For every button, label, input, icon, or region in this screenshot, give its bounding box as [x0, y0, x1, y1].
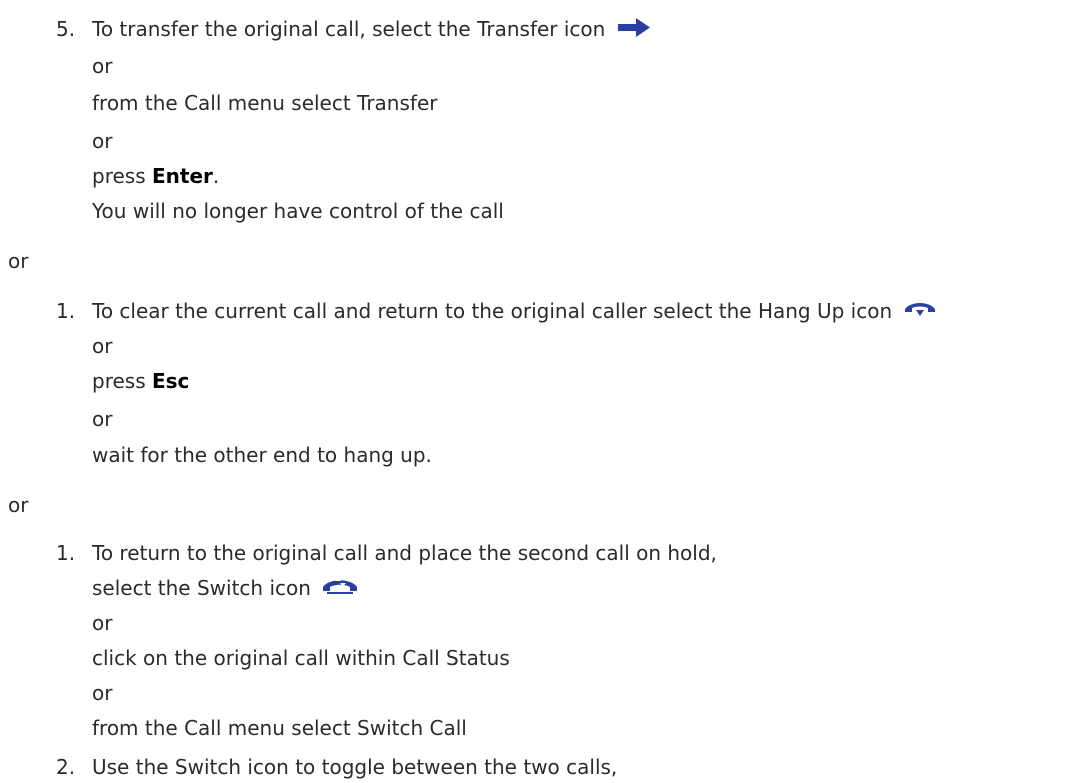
or-separator: or — [8, 249, 29, 273]
step-number-1: 1. — [56, 299, 76, 323]
press-text: press — [92, 164, 146, 188]
step-number-1: 1. — [56, 541, 76, 565]
call-status-text: click on the original call within Call S… — [92, 646, 510, 670]
or-text: or — [92, 129, 113, 153]
call-menu-switch-text: from the Call menu select Switch Call — [92, 716, 467, 740]
return-original-call-text: To return to the original call and place… — [92, 541, 717, 565]
wait-hang-up-text: wait for the other end to hang up. — [92, 443, 432, 467]
press-enter-line: press Enter. — [92, 161, 219, 191]
call-menu-transfer-text: from the Call menu select Transfer — [92, 91, 438, 115]
or-text: or — [92, 407, 113, 431]
hang-up-instruction: To clear the current call and return to … — [92, 296, 937, 326]
or-separator: or — [8, 493, 29, 517]
switch-icon-instruction: select the Switch icon — [92, 573, 359, 603]
enter-key-label: Enter — [151, 164, 213, 188]
or-text: or — [92, 334, 113, 358]
or-text: or — [92, 611, 113, 635]
press-text: press — [92, 369, 146, 393]
period-text: . — [212, 164, 220, 188]
switch-call-icon — [321, 575, 359, 605]
or-text: or — [92, 54, 113, 78]
toggle-calls-text: Use the Switch icon to toggle between th… — [92, 755, 618, 779]
step-number-5: 5. — [56, 17, 76, 41]
step-number-2: 2. — [56, 755, 76, 779]
esc-key-label: Esc — [151, 369, 190, 393]
or-text: or — [92, 681, 113, 705]
press-esc-line: press Esc — [92, 366, 189, 396]
hang-up-icon — [903, 298, 937, 328]
switch-icon-instruction-text: select the Switch icon — [92, 576, 311, 600]
transfer-arrow-icon — [616, 16, 652, 46]
transfer-instruction-text: To transfer the original call, select th… — [92, 17, 606, 41]
transfer-instruction: To transfer the original call, select th… — [92, 14, 652, 44]
hang-up-instruction-text: To clear the current call and return to … — [92, 299, 893, 323]
no-control-text: You will no longer have control of the c… — [92, 199, 504, 223]
